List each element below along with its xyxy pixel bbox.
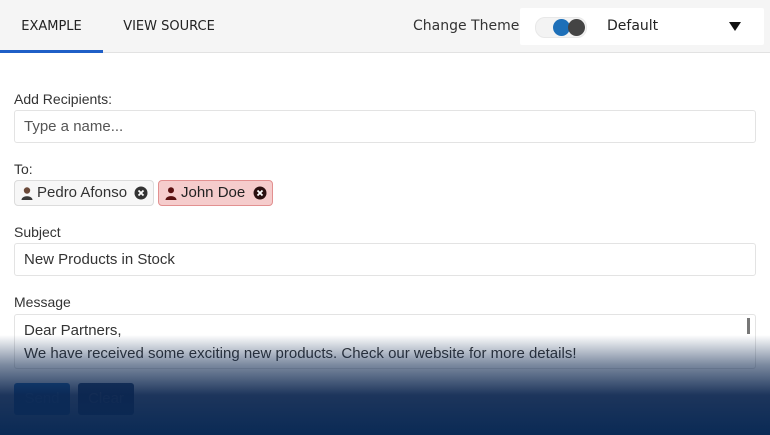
- send-button[interactable]: Send: [14, 383, 70, 415]
- tab-view-source[interactable]: VIEW SOURCE: [103, 0, 235, 53]
- close-circle-icon[interactable]: [253, 186, 267, 200]
- user-icon: [165, 187, 177, 200]
- message-scrollbar[interactable]: [747, 318, 750, 334]
- change-theme-label: Change Theme: [413, 18, 520, 34]
- add-recipients-label: Add Recipients:: [14, 91, 113, 107]
- active-tab-indicator: [0, 50, 103, 53]
- caret-down-icon[interactable]: [729, 22, 741, 31]
- to-label: To:: [14, 161, 33, 177]
- close-circle-icon[interactable]: [134, 186, 148, 200]
- theme-dropdown-value[interactable]: Default: [607, 18, 658, 34]
- recipient-chip-john[interactable]: John Doe: [158, 180, 273, 206]
- subject-label: Subject: [14, 224, 61, 240]
- message-textarea[interactable]: Dear Partners, We have received some exc…: [14, 314, 756, 369]
- top-bar: EXAMPLE VIEW SOURCE Change Theme Default: [0, 0, 770, 53]
- recipient-chip-name: Pedro Afonso: [37, 184, 128, 201]
- recipients-input[interactable]: [14, 110, 756, 143]
- user-photo-icon: [21, 187, 33, 200]
- clear-button[interactable]: Clear: [78, 383, 134, 415]
- subject-input[interactable]: [14, 243, 756, 276]
- message-label: Message: [14, 294, 71, 310]
- theme-toggle-dark-dot: [568, 19, 585, 36]
- theme-selector[interactable]: Default: [520, 8, 764, 45]
- tab-example[interactable]: EXAMPLE: [0, 0, 103, 53]
- recipient-chip-pedro[interactable]: Pedro Afonso: [14, 180, 154, 206]
- recipient-chip-name: John Doe: [181, 184, 246, 201]
